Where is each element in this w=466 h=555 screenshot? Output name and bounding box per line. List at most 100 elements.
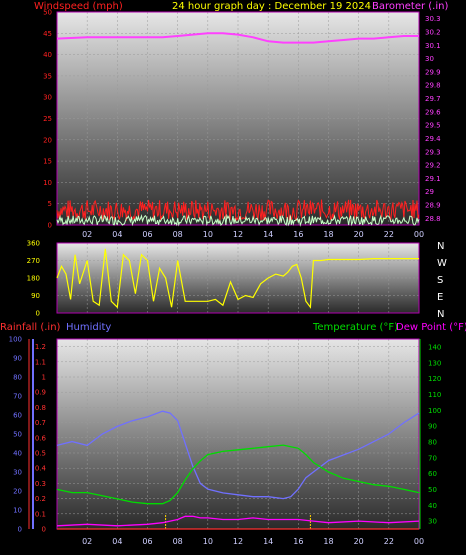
bottom-x-tick-label: 04 (112, 537, 122, 546)
direction-compass-label: N (437, 241, 444, 252)
bottom-x-tick-label: 14 (263, 537, 273, 546)
humidity-tick-label: 20 (13, 488, 22, 496)
barometer-tick-label: 30 (425, 55, 434, 63)
barometer-tick-label: 28.9 (425, 202, 441, 210)
temperature-tick-label: 110 (428, 391, 441, 399)
temperature-tick-label: 80 (428, 438, 437, 446)
barometer-tick-label: 29.5 (425, 122, 441, 130)
barometer-tick-label: 28.8 (425, 215, 441, 223)
top-x-tick-label: 10 (203, 230, 213, 239)
windspeed-tick-label: 20 (43, 136, 52, 144)
humidity-tick-label: 40 (13, 450, 22, 458)
windspeed-tick-label: 30 (43, 94, 52, 102)
temperature-tick-label: 140 (428, 343, 441, 351)
top-x-tick-label: 04 (112, 230, 122, 239)
top-x-tick-label: 08 (173, 230, 183, 239)
barometer-tick-label: 29 (425, 188, 434, 196)
barometer-tick-label: 29.8 (425, 82, 441, 90)
top-x-tick-label: 14 (263, 230, 273, 239)
barometer-tick-label: 29.2 (425, 162, 441, 170)
barometer-tick-label: 29.4 (425, 135, 441, 143)
windspeed-tick-label: 15 (43, 158, 52, 166)
rainfall-tick-label: 0.7 (35, 419, 46, 427)
humidity-tick-label: 70 (13, 393, 22, 401)
direction-tick-label: 0 (36, 310, 40, 318)
barometer-axis-label: Barometer (.in) (372, 1, 448, 12)
rainfall-tick-label: 0 (42, 526, 46, 534)
rainfall-tick-label: 0.2 (35, 495, 46, 503)
temperature-tick-label: 30 (428, 518, 437, 526)
bottom-x-tick-label: 06 (142, 537, 152, 546)
direction-tick-label: 270 (27, 257, 40, 265)
barometer-tick-label: 29.1 (425, 175, 441, 183)
windspeed-tick-label: 45 (43, 30, 52, 38)
humidity-tick-label: 0 (18, 526, 22, 534)
top-x-tick-label: 00 (414, 230, 424, 239)
barometer-tick-label: 29.9 (425, 68, 441, 76)
rainfall-tick-label: 1.1 (35, 358, 46, 366)
bottom-x-tick-label: 20 (354, 537, 364, 546)
bottom-x-tick-label: 10 (203, 537, 213, 546)
temperature-tick-label: 90 (428, 423, 437, 431)
direction-tick-label: 180 (27, 275, 40, 283)
direction-tick-label: 90 (31, 292, 40, 300)
direction-compass-label: E (437, 292, 443, 303)
bottom-x-tick-label: 16 (293, 537, 303, 546)
top-x-tick-label: 12 (233, 230, 243, 239)
direction-compass-label: S (437, 275, 443, 286)
temperature-tick-label: 130 (428, 359, 441, 367)
barometer-tick-label: 29.3 (425, 148, 441, 156)
direction-tick-label: 360 (27, 240, 40, 248)
humidity-tick-label: 30 (13, 469, 22, 477)
barometer-tick-label: 30.3 (425, 15, 441, 23)
top-x-tick-label: 18 (323, 230, 333, 239)
direction-compass-label: W (437, 258, 447, 269)
humidity-tick-label: 60 (13, 412, 22, 420)
temperature-tick-label: 70 (428, 454, 437, 462)
bottom-x-tick-label: 22 (384, 537, 394, 546)
humidity-tick-label: 10 (13, 507, 22, 515)
top-x-tick-label: 16 (293, 230, 303, 239)
top-x-tick-label: 20 (354, 230, 364, 239)
temperature-tick-label: 60 (428, 470, 437, 478)
humidity-tick-label: 80 (13, 374, 22, 382)
rainfall-tick-label: 0.6 (35, 434, 47, 442)
rainfall-tick-label: 0.5 (35, 450, 46, 458)
barometer-tick-label: 30.2 (425, 28, 441, 36)
temperature-tick-label: 50 (428, 486, 437, 494)
temperature-tick-label: 100 (428, 407, 441, 415)
rainfall-tick-label: 0.8 (35, 404, 46, 412)
rainfall-axis-label: Rainfall (.in) (0, 322, 61, 333)
windspeed-tick-label: 5 (48, 200, 52, 208)
windspeed-tick-label: 10 (43, 179, 52, 187)
humidity-tick-label: 100 (9, 336, 22, 344)
humidity-tick-label: 90 (13, 355, 22, 363)
temperature-tick-label: 120 (428, 375, 441, 383)
rainfall-tick-label: 0.1 (35, 510, 46, 518)
humidity-tick-label: 50 (13, 431, 22, 439)
chart-title: 24 hour graph day : December 19 2024 (172, 1, 371, 12)
temperature-tick-label: 40 (428, 502, 437, 510)
top-x-tick-label: 22 (384, 230, 394, 239)
windspeed-tick-label: 40 (43, 51, 52, 59)
bottom-x-tick-label: 18 (323, 537, 333, 546)
top-x-tick-label: 06 (142, 230, 152, 239)
rainfall-tick-label: 1.2 (35, 343, 46, 351)
rainfall-tick-label: 0.4 (35, 465, 47, 473)
bottom-x-tick-label: 02 (82, 537, 92, 546)
temperature-axis-label: Temperature (°F) (312, 322, 398, 333)
weather-graph: 5045403530252015105030.330.230.13029.929… (0, 1, 466, 546)
barometer-tick-label: 30.1 (425, 42, 441, 50)
bottom-x-tick-label: 12 (233, 537, 243, 546)
barometer-tick-label: 29.7 (425, 95, 441, 103)
bottom-x-tick-label: 00 (414, 537, 424, 546)
rainfall-tick-label: 0.9 (35, 389, 46, 397)
rainfall-tick-label: 1 (42, 374, 46, 382)
barometer-tick-label: 29.6 (425, 108, 441, 116)
top-x-tick-label: 02 (82, 230, 92, 239)
windspeed-tick-label: 35 (43, 72, 52, 80)
windspeed-tick-label: 0 (48, 222, 52, 230)
direction-compass-label: N (437, 309, 444, 320)
windspeed-axis-label: Windspeed (mph) (34, 1, 123, 12)
bottom-x-tick-label: 08 (173, 537, 183, 546)
